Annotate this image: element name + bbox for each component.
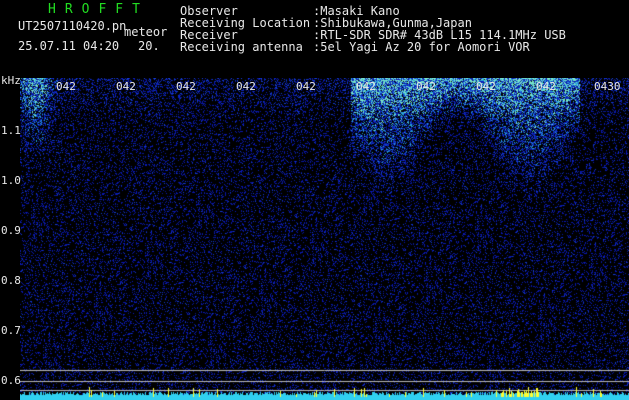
- time-tick: 0430: [594, 80, 621, 93]
- spectrogram-canvas: [20, 78, 629, 400]
- brand-title: HROFFT: [48, 2, 149, 17]
- header-panel: HROFFT UT2507110420.pn meteor 25.07.11 0…: [0, 0, 629, 78]
- y-label-0-9: 0.9: [1, 224, 21, 237]
- time-tick: 042: [356, 80, 376, 93]
- time-tick: 042: [176, 80, 196, 93]
- dwell-label: 20.: [138, 39, 160, 53]
- time-tick: 042: [236, 80, 256, 93]
- y-axis-unit: kHz: [1, 74, 21, 87]
- datetime-label: 25.07.11 04:20: [18, 39, 120, 53]
- y-label-0-8: 0.8: [1, 274, 21, 287]
- time-tick: 042: [536, 80, 556, 93]
- y-label-1-1: 1.1: [1, 124, 21, 137]
- y-label-0-7: 0.7: [1, 324, 21, 337]
- antenna-label: Receiving antenna: [180, 40, 303, 54]
- filename-label: UT2507110420.pn: [18, 19, 127, 33]
- y-label-0-6: 0.6: [1, 374, 21, 387]
- time-tick: 042: [416, 80, 436, 93]
- time-tick: 042: [116, 80, 136, 93]
- time-tick: 042: [296, 80, 316, 93]
- antenna-value: :5el Yagi Az 20 for Aomori VOR: [313, 40, 530, 54]
- y-label-1-0: 1.0: [1, 174, 21, 187]
- time-tick: 042: [476, 80, 496, 93]
- time-tick: 042: [56, 80, 76, 93]
- mode-label: meteor: [124, 25, 168, 39]
